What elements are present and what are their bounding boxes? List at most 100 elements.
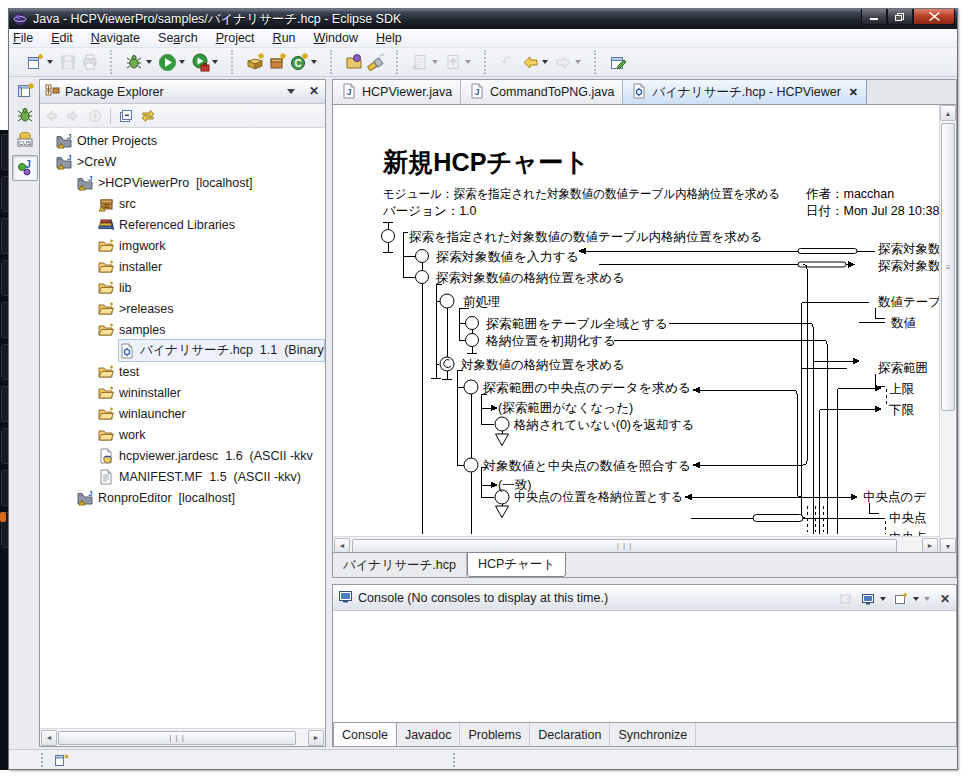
view-tab-synchronize[interactable]: Synchronize (610, 723, 696, 746)
external-tools-icon[interactable] (190, 52, 210, 72)
open-console-icon[interactable] (891, 589, 911, 609)
debug-icon[interactable] (124, 52, 144, 72)
tree-item[interactable]: Referenced Libraries (98, 214, 235, 235)
print-icon[interactable] (80, 52, 100, 72)
tree-item[interactable]: installer (98, 256, 162, 277)
next-annotation-icon[interactable] (443, 52, 463, 72)
cus-perspective-icon[interactable]: CUS (15, 129, 35, 149)
display-console-menu-icon[interactable] (880, 597, 886, 601)
link-editor-icon[interactable] (608, 52, 628, 72)
debug-perspective-icon[interactable] (15, 105, 35, 125)
tree-item[interactable]: samples (98, 319, 166, 340)
back-small-icon[interactable] (498, 52, 518, 72)
dropdown-arrow-icon[interactable] (432, 60, 438, 64)
menu-project[interactable]: Project (207, 29, 264, 47)
link-with-editor-icon[interactable] (138, 106, 158, 126)
tree-item[interactable]: test (98, 361, 139, 382)
tree-item[interactable]: imgwork (98, 235, 166, 256)
menu-navigate[interactable]: Navigate (82, 29, 149, 47)
view-tab-problems[interactable]: Problems (460, 723, 530, 746)
tree-item[interactable]: winlauncher (98, 403, 186, 424)
chart-node: 探索対象数値の格納位置を求める (436, 271, 625, 285)
fast-view-icon[interactable] (53, 752, 69, 772)
hcp-chart-canvas[interactable]: 新規HCPチャート モジュール：探索を指定された対象数値の数値テーブル内格納位置… (333, 105, 939, 536)
dropdown-arrow-icon[interactable] (542, 60, 548, 64)
view-tab-javadoc[interactable]: Javadoc (397, 723, 461, 746)
dropdown-arrow-icon[interactable] (47, 60, 53, 64)
new-package-icon[interactable] (267, 52, 287, 72)
view-tab-console[interactable]: Console (333, 723, 397, 746)
view-menu-icon[interactable] (287, 89, 295, 94)
tree-item[interactable]: J!>CreW (56, 151, 116, 172)
tree-item[interactable]: wininstaller (98, 382, 181, 403)
forward-icon[interactable] (553, 52, 573, 72)
collapse-all-icon[interactable] (116, 106, 136, 126)
maximize-button[interactable] (887, 9, 913, 25)
tree-item[interactable]: J!RonproEditor [localhost] (77, 487, 235, 508)
close-button[interactable] (913, 9, 955, 25)
hcp-file-icon (119, 343, 135, 359)
dropdown-arrow-icon[interactable] (146, 60, 152, 64)
editor-vscrollbar[interactable]: ▲ ≡ ▼ (939, 105, 956, 554)
back-icon[interactable] (520, 52, 540, 72)
console-close-icon[interactable]: ✕ (940, 592, 950, 606)
menu-window[interactable]: Window (305, 29, 367, 47)
view-close-icon[interactable]: ✕ (309, 84, 319, 98)
title-bar[interactable]: Java - HCPViewerPro/samples/バイナリサーチ.hcp … (9, 9, 957, 29)
editor-tab[interactable]: JCommandToPNG.java (461, 80, 623, 104)
dropdown-arrow-icon[interactable] (311, 60, 317, 64)
view-tab-declaration[interactable]: Declaration (530, 723, 610, 746)
tree-item[interactable]: hcpviewer.jardesc 1.6 (ASCII -kkv (98, 445, 313, 466)
open-console-menu-icon[interactable] (913, 597, 919, 601)
tree-item-label: MANIFEST.MF 1.5 (ASCII -kkv) (119, 470, 301, 484)
editor-page-tab[interactable]: HCPチャート (467, 552, 566, 577)
new-wizard-icon[interactable] (25, 52, 45, 72)
dropdown-arrow-icon[interactable] (212, 60, 218, 64)
package-explorer-hscrollbar[interactable]: ◄ | | | ► (40, 728, 325, 746)
open-perspective-icon[interactable] (15, 81, 35, 101)
search-icon[interactable] (366, 52, 386, 72)
java-perspective-icon[interactable]: J (12, 155, 38, 181)
tree-item[interactable]: work (98, 424, 145, 445)
tree-item[interactable]: J!Other Projects (56, 130, 157, 151)
pin-console-icon[interactable] (836, 589, 856, 609)
package-explorer-header[interactable]: Package Explorer ✕ (40, 80, 325, 104)
display-console-icon[interactable] (858, 589, 878, 609)
forward-icon[interactable] (63, 106, 83, 126)
tree-item-label: RonproEditor [localhost] (98, 491, 235, 505)
svg-text:!: ! (81, 184, 82, 190)
console-view: Console (No consoles to display at this … (332, 584, 957, 747)
tab-close-icon[interactable]: ✕ (849, 86, 858, 99)
tree-item[interactable]: >releases (98, 298, 174, 319)
back-icon[interactable] (41, 106, 61, 126)
menu-file[interactable]: File (4, 29, 42, 47)
menu-edit[interactable]: Edit (42, 29, 82, 47)
tree-item[interactable]: !src (98, 193, 136, 214)
tree-item[interactable]: MANIFEST.MF 1.5 (ASCII -kkv) (98, 466, 301, 487)
console-header[interactable]: Console (No consoles to display at this … (333, 585, 956, 611)
menu-run[interactable]: Run (264, 29, 305, 47)
save-icon[interactable] (58, 52, 78, 72)
tree-item[interactable]: J!>HCPViewerPro [localhost] (77, 172, 252, 193)
console-view-menu-icon[interactable] (924, 597, 930, 601)
dropdown-arrow-icon[interactable] (179, 60, 185, 64)
dropdown-arrow-icon[interactable] (465, 60, 471, 64)
dropdown-arrow-icon[interactable] (575, 60, 581, 64)
new-java-project-icon[interactable] (245, 52, 265, 72)
menu-help[interactable]: Help (367, 29, 411, 47)
last-edit-icon[interactable] (410, 52, 430, 72)
editor-page-tab[interactable]: バイナリサーチ.hcp (333, 553, 467, 577)
up-icon[interactable] (85, 106, 105, 126)
tree-item[interactable]: バイナリサーチ.hcp 1.1 (Binary (119, 340, 324, 361)
menu-search[interactable]: Search (149, 29, 207, 47)
editor-tab[interactable]: JHCPViewer.java (333, 80, 461, 104)
minimize-button[interactable] (861, 9, 887, 25)
console-body[interactable] (333, 611, 956, 722)
new-class-icon[interactable]: C (289, 52, 309, 72)
editor-tab[interactable]: バイナリサーチ.hcp - HCPViewer✕ (623, 80, 867, 104)
run-icon[interactable] (157, 52, 177, 72)
tree-item[interactable]: lib (98, 277, 132, 298)
project-icon: J! (77, 175, 93, 191)
svg-text:J: J (88, 175, 92, 183)
open-type-icon[interactable] (344, 52, 364, 72)
